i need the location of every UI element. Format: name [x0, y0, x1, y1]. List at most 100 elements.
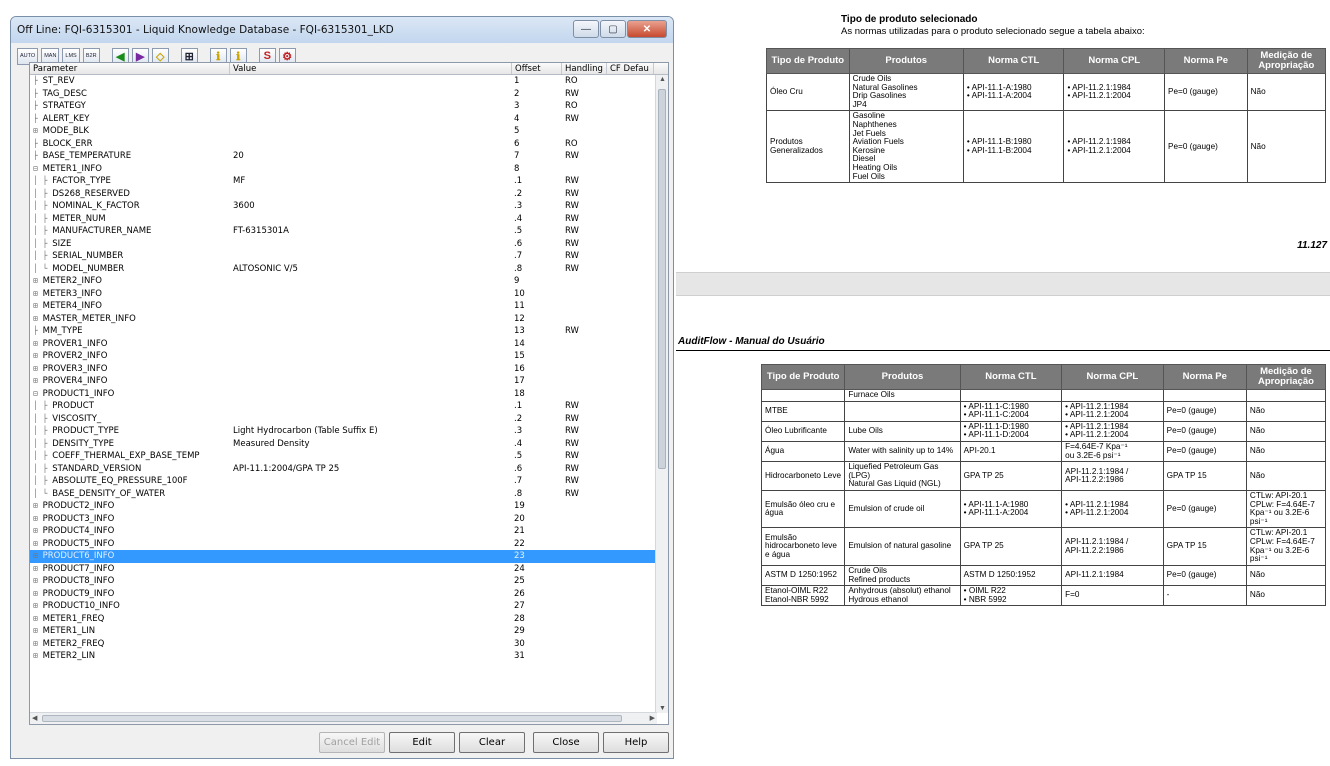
handling-cell[interactable]	[562, 375, 607, 388]
handling-cell[interactable]: RO	[562, 138, 607, 151]
value-cell[interactable]	[230, 400, 512, 413]
offset-cell[interactable]: .6	[512, 238, 562, 251]
offset-cell[interactable]: .5	[512, 450, 562, 463]
value-cell[interactable]: Light Hydrocarbon (Table Suffix E)	[230, 425, 512, 438]
value-cell[interactable]	[230, 100, 512, 113]
table-row[interactable]: ├ BLOCK_ERR 6 RO	[30, 138, 668, 151]
cf-default-cell[interactable]	[607, 588, 654, 601]
clear-button[interactable]: Clear	[459, 732, 525, 753]
handling-cell[interactable]: RW	[562, 213, 607, 226]
offset-cell[interactable]: 25	[512, 575, 562, 588]
table-row[interactable]: ⊞ MODE_BLK 5	[30, 125, 668, 138]
handling-cell[interactable]: RW	[562, 250, 607, 263]
parameter-cell[interactable]: ⊞ PROVER3_INFO	[30, 363, 230, 376]
handling-cell[interactable]	[562, 538, 607, 551]
offset-cell[interactable]: 16	[512, 363, 562, 376]
value-cell[interactable]	[230, 288, 512, 301]
handling-cell[interactable]	[562, 500, 607, 513]
column-header-cf-default[interactable]: CF Defau	[607, 63, 654, 74]
handling-cell[interactable]	[562, 550, 607, 563]
parameter-cell[interactable]: │ ├ PRODUCT_TYPE	[30, 425, 230, 438]
table-row[interactable]: ⊞ PRODUCT2_INFO 19	[30, 500, 668, 513]
parameter-grid[interactable]: Parameter Value Offset Handling CF Defau…	[29, 62, 669, 725]
expand-icon[interactable]: ⊞	[33, 601, 43, 610]
value-cell[interactable]	[230, 338, 512, 351]
cf-default-cell[interactable]	[607, 300, 654, 313]
value-cell[interactable]	[230, 563, 512, 576]
handling-cell[interactable]	[562, 388, 607, 401]
offset-cell[interactable]: 13	[512, 325, 562, 338]
table-row[interactable]: ├ ST_REV 1 RO	[30, 75, 668, 88]
table-row[interactable]: ⊞ METER2_INFO 9	[30, 275, 668, 288]
value-cell[interactable]	[230, 363, 512, 376]
handling-cell[interactable]	[562, 525, 607, 538]
value-cell[interactable]: 20	[230, 150, 512, 163]
value-cell[interactable]	[230, 138, 512, 151]
offset-cell[interactable]: 24	[512, 563, 562, 576]
expand-icon[interactable]: ⊞	[33, 551, 43, 560]
handling-cell[interactable]	[562, 350, 607, 363]
value-cell[interactable]	[230, 475, 512, 488]
parameter-cell[interactable]: ├ BLOCK_ERR	[30, 138, 230, 151]
expand-icon[interactable]: ⊞	[33, 501, 43, 510]
table-row[interactable]: │ ├ STANDARD_VERSION API-11.1:2004/GPA TP…	[30, 463, 668, 476]
value-cell[interactable]	[230, 650, 512, 663]
cf-default-cell[interactable]	[607, 150, 654, 163]
parameter-cell[interactable]: ├ ALERT_KEY	[30, 113, 230, 126]
handling-cell[interactable]	[562, 125, 607, 138]
value-cell[interactable]	[230, 413, 512, 426]
value-cell[interactable]	[230, 600, 512, 613]
value-cell[interactable]	[230, 513, 512, 526]
parameter-cell[interactable]: ⊞ METER2_LIN	[30, 650, 230, 663]
offset-cell[interactable]: 27	[512, 600, 562, 613]
cf-default-cell[interactable]	[607, 100, 654, 113]
value-cell[interactable]	[230, 525, 512, 538]
handling-cell[interactable]: RW	[562, 438, 607, 451]
value-cell[interactable]	[230, 500, 512, 513]
value-cell[interactable]	[230, 488, 512, 501]
parameter-cell[interactable]: ⊞ PRODUCT4_INFO	[30, 525, 230, 538]
offset-cell[interactable]: 22	[512, 538, 562, 551]
table-row[interactable]: │ ├ ABSOLUTE_EQ_PRESSURE_100F .7 RW	[30, 475, 668, 488]
table-row[interactable]: ⊞ PRODUCT7_INFO 24	[30, 563, 668, 576]
parameter-cell[interactable]: ⊞ PRODUCT8_INFO	[30, 575, 230, 588]
handling-cell[interactable]: RW	[562, 450, 607, 463]
table-row[interactable]: ⊞ METER2_LIN 31	[30, 650, 668, 663]
parameter-cell[interactable]: ⊞ PRODUCT7_INFO	[30, 563, 230, 576]
offset-cell[interactable]: 21	[512, 525, 562, 538]
parameter-cell[interactable]: ⊟ PRODUCT1_INFO	[30, 388, 230, 401]
cf-default-cell[interactable]	[607, 500, 654, 513]
value-cell[interactable]	[230, 588, 512, 601]
cf-default-cell[interactable]	[607, 550, 654, 563]
handling-cell[interactable]: RO	[562, 75, 607, 88]
handling-cell[interactable]: RW	[562, 263, 607, 276]
parameter-cell[interactable]: ⊞ MODE_BLK	[30, 125, 230, 138]
expand-icon[interactable]: ⊞	[33, 589, 43, 598]
cf-default-cell[interactable]	[607, 263, 654, 276]
cf-default-cell[interactable]	[607, 75, 654, 88]
value-cell[interactable]	[230, 75, 512, 88]
table-row[interactable]: ├ TAG_DESC 2 RW	[30, 88, 668, 101]
table-row[interactable]: ⊞ PRODUCT9_INFO 26	[30, 588, 668, 601]
parameter-cell[interactable]: ├ BASE_TEMPERATURE	[30, 150, 230, 163]
parameter-cell[interactable]: ⊞ METER2_INFO	[30, 275, 230, 288]
table-row[interactable]: ⊞ PROVER4_INFO 17	[30, 375, 668, 388]
expand-icon[interactable]: ⊞	[33, 514, 43, 523]
cf-default-cell[interactable]	[607, 438, 654, 451]
offset-cell[interactable]: 28	[512, 613, 562, 626]
table-row[interactable]: │ ├ PRODUCT .1 RW	[30, 400, 668, 413]
table-row[interactable]: ├ MM_TYPE 13 RW	[30, 325, 668, 338]
parameter-cell[interactable]: │ ├ DENSITY_TYPE	[30, 438, 230, 451]
parameter-cell[interactable]: ⊟ METER1_INFO	[30, 163, 230, 176]
expand-icon[interactable]: ⊞	[33, 564, 43, 573]
cf-default-cell[interactable]	[607, 388, 654, 401]
cf-default-cell[interactable]	[607, 163, 654, 176]
handling-cell[interactable]	[562, 363, 607, 376]
handling-cell[interactable]: RW	[562, 238, 607, 251]
parameter-cell[interactable]: ⊞ PROVER4_INFO	[30, 375, 230, 388]
offset-cell[interactable]: 8	[512, 163, 562, 176]
parameter-cell[interactable]: ├ MM_TYPE	[30, 325, 230, 338]
offset-cell[interactable]: .5	[512, 225, 562, 238]
cf-default-cell[interactable]	[607, 425, 654, 438]
cf-default-cell[interactable]	[607, 488, 654, 501]
